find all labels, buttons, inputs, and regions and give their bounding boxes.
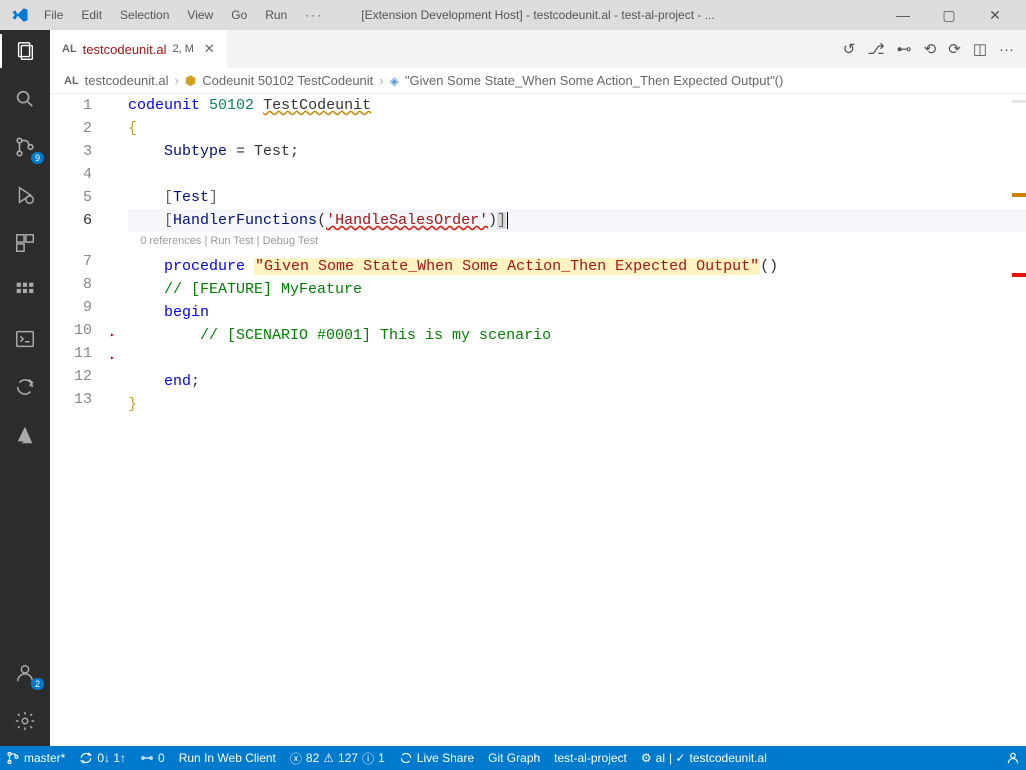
grid-icon[interactable] [12,278,38,304]
accounts-badge: 2 [31,678,44,690]
vscode-logo-icon [8,6,32,24]
status-live-share[interactable]: Live Share [399,751,474,765]
maximize-button[interactable]: ▢ [926,7,972,24]
window-title: [Extension Development Host] - testcodeu… [361,8,714,22]
method-icon: ◈ [390,74,399,88]
diff-marker-icon: ▸ [110,324,115,347]
titlebar: File Edit Selection View Go Run ··· [Ext… [0,0,1026,30]
tab-testcodeunit[interactable]: AL testcodeunit.al 2, M ✕ [50,30,227,68]
tab-lang-badge: AL [62,43,77,55]
codelens-run-test[interactable]: Run Test [210,235,253,247]
menu-file[interactable]: File [36,4,71,26]
code-content[interactable]: codeunit 50102 TestCodeunit { Subtype = … [128,94,1026,746]
minimize-button[interactable]: — [880,7,926,24]
info-icon: ⓘ [362,750,374,767]
warning-icon: ⚠ [323,751,334,765]
breadcrumb-file[interactable]: testcodeunit.al [85,73,169,88]
status-branch[interactable]: master* [6,751,65,765]
error-icon: ⓧ [290,750,302,767]
split-editor-icon[interactable]: ◫ [973,40,987,58]
line-gutter: 123456 78910111213 [50,94,110,746]
editor-actions: ↺ ⎇ ⊷ ⟲ ⟳ ◫ ··· [843,30,1026,68]
next-change-icon[interactable]: ⟳ [948,40,961,58]
status-feedback-icon[interactable] [1006,751,1020,765]
activity-bar: 9 2 [0,30,50,746]
status-language[interactable]: ⚙ al | ✓ testcodeunit.al [641,751,767,765]
menu-run[interactable]: Run [257,4,295,26]
class-icon: ⬢ [185,73,196,89]
terminal-icon[interactable] [12,326,38,352]
source-control-icon[interactable]: 9 [12,134,38,160]
gear-icon: ⚙ [641,751,652,765]
breadcrumb-symbol-codeunit[interactable]: Codeunit 50102 TestCodeunit [202,73,373,88]
menu-go[interactable]: Go [223,4,255,26]
code-editor[interactable]: 123456 78910111213 ▸ ▸ codeunit 50102 Te… [50,94,1026,746]
source-control-badge: 9 [31,152,44,164]
menu-edit[interactable]: Edit [73,4,110,26]
azure-icon[interactable] [12,422,38,448]
tab-close-icon[interactable]: ✕ [200,41,215,57]
explorer-icon[interactable] [12,38,38,64]
codelens-debug-test[interactable]: Debug Test [263,235,318,247]
menu-view[interactable]: View [179,4,221,26]
status-sync[interactable]: 0↓ 1↑ [79,751,126,765]
breadcrumb-symbol-method[interactable]: "Given Some State_When Some Action_Then … [405,73,784,88]
chevron-right-icon: › [175,73,179,88]
breadcrumb-lang: AL [64,75,79,87]
timeline-icon[interactable]: ↺ [843,40,856,58]
status-bar: master* 0↓ 1↑ 0 Run In Web Client ⓧ82 ⚠1… [0,746,1026,770]
tab-bar: AL testcodeunit.al 2, M ✕ ↺ ⎇ ⊷ ⟲ ⟳ ◫ ··… [50,30,1026,68]
status-port-forward[interactable]: 0 [140,751,165,765]
tab-modified-indicator: 2, M [173,43,194,55]
status-git-graph[interactable]: Git Graph [488,751,540,765]
chevron-right-icon: › [379,73,383,88]
more-actions-icon[interactable]: ··· [999,41,1014,58]
branch-icon[interactable]: ⎇ [867,40,884,58]
diff-marker-icon: ▸ [110,347,115,370]
window-controls: — ▢ ✕ [880,7,1018,24]
share-icon[interactable] [12,374,38,400]
status-project[interactable]: test-al-project [554,751,627,765]
settings-gear-icon[interactable] [12,708,38,734]
prev-change-icon[interactable]: ⟲ [924,40,937,58]
codelens-references[interactable]: 0 references [140,235,201,247]
menubar: File Edit Selection View Go Run ··· [36,4,331,26]
close-button[interactable]: ✕ [972,7,1018,24]
menu-selection[interactable]: Selection [112,4,177,26]
status-run-web-client[interactable]: Run In Web Client [179,751,276,765]
editor-pane: AL testcodeunit.al 2, M ✕ ↺ ⎇ ⊷ ⟲ ⟳ ◫ ··… [50,30,1026,746]
status-problems[interactable]: ⓧ82 ⚠127 ⓘ1 [290,750,385,767]
fold-gutter: ▸ ▸ [110,94,128,746]
search-icon[interactable] [12,86,38,112]
accounts-icon[interactable]: 2 [12,660,38,686]
run-debug-icon[interactable] [12,182,38,208]
tab-filename: testcodeunit.al [83,42,167,57]
menu-overflow-icon[interactable]: ··· [297,4,331,26]
minimap-overview[interactable] [1012,94,1026,281]
extensions-icon[interactable] [12,230,38,256]
breadcrumb[interactable]: AL testcodeunit.al › ⬢ Codeunit 50102 Te… [50,68,1026,94]
compare-icon[interactable]: ⊷ [897,40,912,58]
